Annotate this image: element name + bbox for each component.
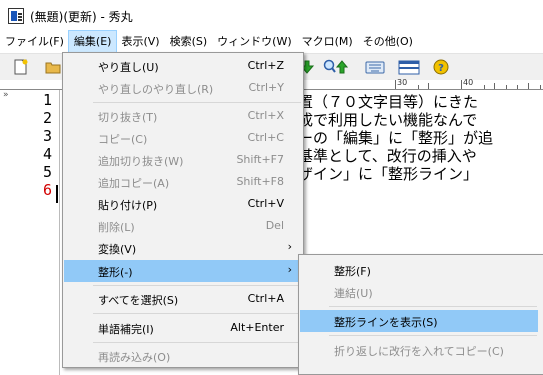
line-number: 2 bbox=[42, 109, 52, 127]
menu-separator bbox=[329, 306, 537, 307]
edit-menu-dropdown: やり直し(U) Ctrl+Z やり直しのやり直し(R) Ctrl+Y 切り抜き(… bbox=[62, 52, 304, 368]
menu-edit[interactable]: 編集(E) bbox=[67, 30, 118, 54]
menu-redo[interactable]: やり直しのやり直し(R) Ctrl+Y bbox=[64, 77, 302, 99]
menu-item-label: 変換(V) bbox=[98, 243, 137, 256]
menu-bar: ファイル(F) 編集(E) 表示(V) 検索(S) ウィンドウ(W) マクロ(M… bbox=[0, 30, 543, 54]
menu-item-label: コピー(C) bbox=[98, 133, 148, 146]
menu-delete[interactable]: 削除(L) Del bbox=[64, 215, 302, 237]
menu-item-shortcut: Ctrl+V bbox=[247, 197, 284, 210]
text-caret bbox=[56, 185, 58, 203]
menu-format[interactable]: 整形(-) › bbox=[64, 260, 302, 282]
submenu-join[interactable]: 連結(U) bbox=[300, 281, 538, 303]
menu-item-label: 折り返しに改行を入れてコピー(C) bbox=[334, 345, 504, 358]
text-line: ザイン」に「整形ライン」 bbox=[298, 165, 479, 183]
menu-other[interactable]: その他(O) bbox=[358, 31, 418, 53]
menu-item-shortcut: Ctrl+Y bbox=[248, 81, 284, 94]
menu-search[interactable]: 検索(S) bbox=[165, 31, 213, 53]
keyboard-icon[interactable] bbox=[364, 58, 385, 76]
open-folder-icon[interactable] bbox=[44, 58, 64, 76]
menu-item-label: 貼り付け(P) bbox=[98, 199, 158, 212]
menu-undo[interactable]: やり直し(U) Ctrl+Z bbox=[64, 55, 302, 77]
line-number: 1 bbox=[42, 91, 52, 109]
submenu-format[interactable]: 整形(F) bbox=[300, 259, 538, 281]
title-bar: (無題)(更新) - 秀丸 bbox=[0, 0, 543, 31]
menu-item-label: 追加コピー(A) bbox=[98, 177, 170, 190]
menu-item-shortcut: Ctrl+A bbox=[247, 292, 284, 305]
menu-item-shortcut: Ctrl+C bbox=[247, 131, 284, 144]
new-file-icon[interactable] bbox=[12, 58, 32, 76]
menu-item-shortcut: Shift+F7 bbox=[236, 153, 284, 166]
menu-item-label: やり直しのやり直し(R) bbox=[98, 83, 214, 96]
menu-separator bbox=[93, 313, 301, 314]
current-line-number: 6 bbox=[42, 181, 52, 199]
window-split-icon[interactable] bbox=[398, 58, 420, 76]
menu-separator bbox=[93, 102, 301, 103]
help-globe-icon[interactable]: ? bbox=[432, 58, 452, 76]
ruler-label-30: 30 bbox=[397, 78, 408, 87]
menu-view[interactable]: 表示(V) bbox=[116, 31, 164, 53]
line-number: 5 bbox=[42, 163, 52, 181]
line-number: 4 bbox=[42, 145, 52, 163]
menu-copy[interactable]: コピー(C) Ctrl+C bbox=[64, 127, 302, 149]
window-title: (無題)(更新) - 秀丸 bbox=[30, 10, 133, 24]
menu-reload[interactable]: 再読み込み(O) bbox=[64, 345, 302, 367]
menu-item-label: 連結(U) bbox=[334, 287, 373, 300]
menu-item-shortcut: Del bbox=[265, 219, 284, 232]
menu-paste[interactable]: 貼り付け(P) Ctrl+V bbox=[64, 193, 302, 215]
line-number: 3 bbox=[42, 127, 52, 145]
menu-item-label: やり直し(U) bbox=[98, 61, 159, 74]
menu-item-shortcut: Alt+Enter bbox=[230, 321, 284, 334]
submenu-show-format-line[interactable]: 整形ラインを表示(S) bbox=[300, 310, 538, 332]
svg-text:?: ? bbox=[438, 63, 444, 74]
menu-macro[interactable]: マクロ(M) bbox=[297, 31, 358, 53]
menu-separator bbox=[93, 285, 301, 286]
menu-file[interactable]: ファイル(F) bbox=[0, 31, 69, 53]
submenu-arrow-icon: › bbox=[287, 240, 292, 253]
submenu-arrow-icon: › bbox=[287, 263, 292, 276]
menu-item-shortcut: Ctrl+X bbox=[247, 109, 284, 122]
submenu-copy-with-breaks[interactable]: 折り返しに改行を入れてコピー(C) bbox=[300, 339, 538, 361]
menu-item-label: 再読み込み(O) bbox=[98, 351, 171, 364]
ruler-label-40: 40 bbox=[463, 78, 474, 87]
gutter-marker: » bbox=[3, 90, 9, 100]
menu-item-label: 削除(L) bbox=[98, 221, 135, 234]
menu-append-cut[interactable]: 追加切り抜き(W) Shift+F7 bbox=[64, 149, 302, 171]
menu-item-label: すべてを選択(S) bbox=[98, 294, 179, 307]
menu-separator bbox=[329, 335, 537, 336]
format-submenu: 整形(F) 連結(U) 整形ラインを表示(S) 折り返しに改行を入れてコピー(C… bbox=[298, 254, 543, 375]
menu-convert[interactable]: 変換(V) › bbox=[64, 237, 302, 259]
menu-item-label: 切り抜き(T) bbox=[98, 111, 158, 124]
menu-item-shortcut: Ctrl+Z bbox=[247, 59, 284, 72]
menu-separator bbox=[93, 342, 301, 343]
menu-item-label: 単語補完(I) bbox=[98, 323, 154, 336]
menu-item-label: 整形(-) bbox=[98, 266, 133, 279]
menu-window[interactable]: ウィンドウ(W) bbox=[212, 31, 296, 53]
search-next-icon[interactable] bbox=[322, 58, 349, 76]
menu-item-shortcut: Shift+F8 bbox=[236, 175, 284, 188]
menu-select-all[interactable]: すべてを選択(S) Ctrl+A bbox=[64, 288, 302, 310]
menu-item-label: 整形ラインを表示(S) bbox=[334, 316, 438, 329]
menu-item-label: 追加切り抜き(W) bbox=[98, 155, 184, 168]
hidemaru-app-icon[interactable] bbox=[8, 8, 24, 24]
menu-item-label: 整形(F) bbox=[334, 265, 371, 278]
menu-cut[interactable]: 切り抜き(T) Ctrl+X bbox=[64, 105, 302, 127]
menu-word-complete[interactable]: 単語補完(I) Alt+Enter bbox=[64, 317, 302, 339]
menu-append-copy[interactable]: 追加コピー(A) Shift+F8 bbox=[64, 171, 302, 193]
